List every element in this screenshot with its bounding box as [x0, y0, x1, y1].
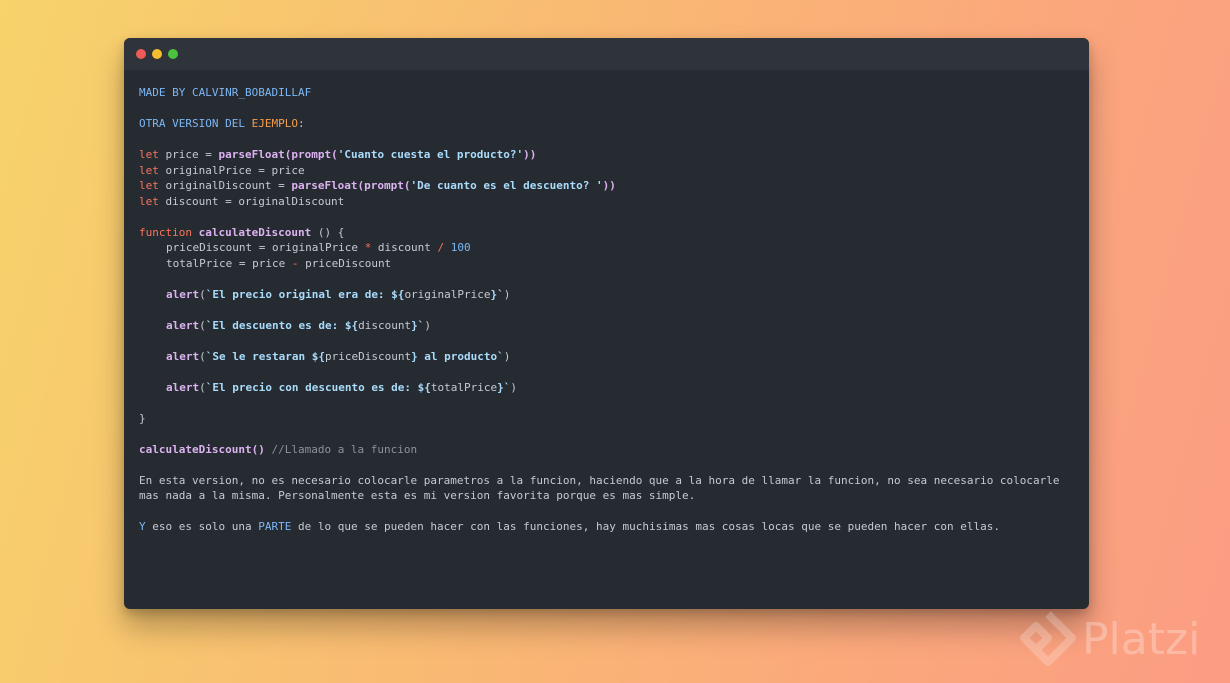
author-label: MADE BY CALVINR_BOBADILLAF — [139, 86, 312, 99]
code-line: calculateDiscount() //Llamado a la funci… — [139, 442, 418, 456]
code-line: let originalDiscount = parseFloat(prompt… — [139, 179, 616, 192]
platzi-logo-icon — [1020, 611, 1076, 666]
code-line: let discount = originalDiscount — [139, 194, 345, 208]
prose-line: mas nada a la misma. Personalmente esta … — [139, 489, 696, 502]
code-line: priceDiscount = originalPrice * discount… — [166, 241, 471, 254]
window-titlebar — [124, 38, 1089, 70]
code-line: function calculateDiscount () { — [139, 225, 345, 239]
close-window-dot[interactable] — [136, 49, 146, 59]
code-line: let originalPrice = price — [139, 163, 305, 177]
code-line: MADE BY CALVINR_BOBADILLAF — [139, 85, 1069, 101]
code-line: let price = parseFloat(prompt('Cuanto cu… — [139, 148, 537, 161]
prose-line: En esta version, no es necesario colocar… — [139, 473, 1060, 487]
code-line: } — [139, 411, 146, 425]
section-label: OTRA VERSION DEL — [139, 117, 252, 130]
code-line: alert(`El precio con descuento es de: ${… — [166, 380, 518, 394]
minimize-window-dot[interactable] — [152, 49, 162, 59]
platzi-wordmark: Platzi — [1082, 614, 1201, 665]
code-line: OTRA VERSION DEL EJEMPLO: — [139, 117, 305, 130]
code-window: MADE BY CALVINR_BOBADILLAF OTRA VERSION … — [124, 38, 1089, 609]
code-line: alert(`El descuento es de: ${discount}`) — [166, 318, 431, 332]
code-line: totalPrice = price - priceDiscount — [166, 256, 392, 270]
prose-line: Y eso es solo una PARTE de lo que se pue… — [139, 520, 1000, 533]
code-line: alert(`El precio original era de: ${orig… — [166, 287, 511, 301]
code-comment: //Llamado a la funcion — [264, 442, 418, 456]
section-label-highlight: EJEMPLO — [251, 117, 298, 130]
code-line: alert(`Se le restaran ${priceDiscount} a… — [166, 349, 511, 363]
platzi-watermark: Platzi — [1018, 608, 1230, 678]
maximize-window-dot[interactable] — [168, 49, 178, 59]
code-content: MADE BY CALVINR_BOBADILLAF OTRA VERSION … — [139, 85, 1069, 535]
